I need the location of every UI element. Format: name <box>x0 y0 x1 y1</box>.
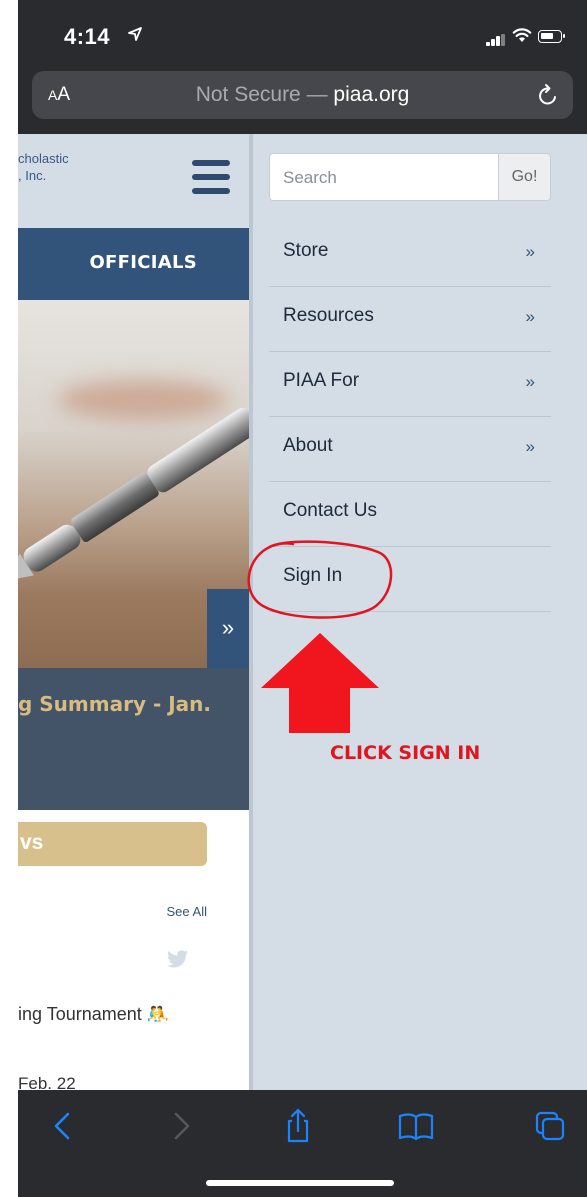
url-display[interactable]: Not Secure — piaa.org <box>32 83 573 107</box>
menu-item-piaa-for[interactable]: PIAA For » <box>269 352 551 417</box>
location-arrow-icon <box>128 27 142 41</box>
search-placeholder: Search <box>283 168 337 187</box>
news-item-title[interactable]: ing Tournament 🤼 <box>18 1004 169 1025</box>
cellular-signal-icon <box>486 34 506 46</box>
menu-item-sign-in[interactable]: Sign In <box>269 547 551 612</box>
org-name: cholastic , Inc. <box>18 151 69 183</box>
nav-officials-link[interactable]: OFFICIALS <box>89 252 197 273</box>
status-time: 4:14 <box>64 24 111 49</box>
forward-icon[interactable] <box>158 1104 202 1148</box>
home-indicator <box>206 1180 394 1186</box>
chevron-right-icon: » <box>525 242 535 261</box>
menu-item-about[interactable]: About » <box>269 417 551 482</box>
twitter-icon <box>167 950 188 968</box>
bookmarks-icon[interactable] <box>394 1104 438 1148</box>
go-button[interactable]: Go! <box>498 153 551 201</box>
background-page: cholastic , Inc. OFFICIALS » g Summary -… <box>18 134 249 1090</box>
slider-next-button[interactable]: » <box>207 589 249 669</box>
chevron-right-icon: » <box>525 437 535 456</box>
menu-item-resources[interactable]: Resources » <box>269 287 551 352</box>
click-sign-in-annotation: CLICK SIGN IN <box>330 742 481 764</box>
share-icon[interactable] <box>276 1104 320 1148</box>
site-header: cholastic , Inc. <box>18 134 249 228</box>
reload-icon[interactable] <box>537 83 559 107</box>
menu-item-contact-us[interactable]: Contact Us <box>269 482 551 547</box>
hamburger-menu-icon[interactable] <box>192 160 230 194</box>
menu-panel: Search Go! Store » Resources » PIAA For … <box>249 134 587 1090</box>
search-input[interactable]: Search <box>269 153 498 201</box>
battery-icon <box>538 30 565 43</box>
news-tab-label: vs <box>20 831 44 854</box>
chevron-right-icon: » <box>525 307 535 326</box>
menu-item-label: Sign In <box>283 565 343 586</box>
menu-item-label: PIAA For <box>283 370 360 391</box>
menu-item-store[interactable]: Store » <box>269 222 551 287</box>
phone-screen: 4:14 AA Not Secure — piaa.org cholastic … <box>18 0 587 1197</box>
menu-item-label: About <box>283 435 333 456</box>
menu-item-label: Contact Us <box>283 500 377 521</box>
see-all-link[interactable]: See All <box>167 904 207 919</box>
address-bar[interactable]: AA Not Secure — piaa.org <box>32 71 573 119</box>
menu-list: Store » Resources » PIAA For » About » C… <box>269 222 551 612</box>
status-bar: 4:14 <box>18 0 587 70</box>
security-label: Not Secure — <box>195 83 334 106</box>
tabs-icon[interactable] <box>528 1104 572 1148</box>
news-item-date: Feb. 22 <box>18 1074 76 1090</box>
news-section-tab[interactable]: vs <box>18 822 207 866</box>
url-domain: piaa.org <box>333 83 410 106</box>
wifi-icon <box>512 28 532 42</box>
headline-band: g Summary - Jan. <box>18 668 249 810</box>
menu-item-label: Store <box>283 240 329 261</box>
chevron-right-icon: » <box>525 372 535 391</box>
main-nav: OFFICIALS <box>18 228 249 300</box>
headline-text[interactable]: g Summary - Jan. <box>18 692 211 716</box>
back-icon[interactable] <box>42 1104 86 1148</box>
menu-item-label: Resources <box>283 305 374 326</box>
hero-image: » <box>18 300 249 669</box>
